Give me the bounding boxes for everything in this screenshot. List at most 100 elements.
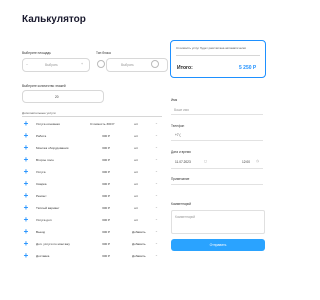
item-price: 300 Р bbox=[102, 170, 111, 174]
type-label: Тип блока bbox=[96, 51, 111, 55]
extra-underline bbox=[171, 184, 263, 185]
item-name: Выезд bbox=[36, 230, 46, 234]
add-icon[interactable]: + bbox=[22, 168, 30, 176]
item-price: 300 Р bbox=[102, 242, 111, 246]
submit-button[interactable]: Отправить bbox=[171, 239, 265, 251]
phone-input-underline bbox=[171, 140, 263, 141]
date-label: Дата и время bbox=[171, 150, 191, 154]
list-item: + Монтаж оборудования 300 Р шт ⌄ bbox=[22, 142, 162, 154]
add-icon[interactable]: + bbox=[22, 240, 30, 248]
item-name: Услуга bbox=[36, 170, 46, 174]
type-radio-icon[interactable] bbox=[97, 60, 105, 68]
list-header: Дополнительные услуги bbox=[22, 111, 56, 115]
item-name: Монтаж оборудования bbox=[36, 146, 69, 150]
clock-icon[interactable]: ◷ bbox=[256, 159, 259, 163]
list-item: + Услуга основная Стоимость 300 Р шт ⌄ bbox=[22, 118, 162, 130]
name-input-underline bbox=[171, 114, 263, 115]
comment-placeholder: Комментарий bbox=[175, 215, 196, 219]
add-icon[interactable]: + bbox=[22, 252, 30, 260]
minus-icon[interactable]: – bbox=[26, 62, 28, 66]
services-list: + Услуга основная Стоимость 300 Р шт ⌄ +… bbox=[22, 118, 162, 268]
chevron-down-icon[interactable]: ⌄ bbox=[155, 253, 158, 257]
item-unit[interactable]: шт bbox=[134, 134, 138, 138]
chevron-down-icon[interactable]: ⌄ bbox=[155, 145, 158, 149]
add-icon[interactable]: + bbox=[22, 144, 30, 152]
type-radio-icon-2[interactable] bbox=[151, 60, 159, 68]
list-item: + Тёплый вариант 300 Р шт ⌄ bbox=[22, 202, 162, 214]
add-icon[interactable]: + bbox=[22, 132, 30, 140]
item-unit[interactable]: шт bbox=[134, 158, 138, 162]
list-item: + Ремонт 300 Р шт ⌄ bbox=[22, 190, 162, 202]
chevron-down-icon[interactable]: ⌄ bbox=[155, 169, 158, 173]
name-input[interactable]: Ваше имя bbox=[174, 108, 189, 112]
list-item: + Доп. услуги по монтажу 300 Р Добавить … bbox=[22, 238, 162, 250]
item-unit[interactable]: шт bbox=[134, 182, 138, 186]
add-icon[interactable]: + bbox=[22, 120, 30, 128]
item-unit[interactable]: Добавить bbox=[132, 254, 146, 258]
total-divider bbox=[176, 55, 260, 56]
list-item: + Второе поле 300 Р шт ⌄ bbox=[22, 154, 162, 166]
list-item: + Услуга доп 300 Р шт ⌄ bbox=[22, 214, 162, 226]
item-name: Второе поле bbox=[36, 158, 54, 162]
item-price: 300 Р bbox=[102, 254, 111, 258]
total-note: Стоимость услуг будет рассчитана автомат… bbox=[176, 46, 246, 50]
chevron-down-icon[interactable]: ⌄ bbox=[155, 193, 158, 197]
add-icon[interactable]: + bbox=[22, 228, 30, 236]
total-value: 5 250 Р bbox=[239, 65, 257, 71]
chevron-down-icon[interactable]: ⌄ bbox=[155, 121, 158, 125]
add-icon[interactable]: + bbox=[22, 180, 30, 188]
item-unit[interactable]: шт bbox=[134, 218, 138, 222]
chevron-down-icon[interactable]: ⌄ bbox=[155, 157, 158, 161]
chevron-down-icon[interactable]: ⌄ bbox=[155, 181, 158, 185]
item-name: Доп. услуги по монтажу bbox=[36, 242, 70, 246]
item-unit[interactable]: Добавить bbox=[132, 242, 146, 246]
item-unit[interactable]: Добавить bbox=[132, 230, 146, 234]
area-select[interactable]: – Выбрать + bbox=[22, 58, 90, 72]
page-title: Калькулятор bbox=[22, 14, 86, 25]
chevron-down-icon[interactable]: ⌄ bbox=[155, 205, 158, 209]
chevron-down-icon[interactable]: ⌄ bbox=[155, 241, 158, 245]
item-price: 300 Р bbox=[102, 182, 111, 186]
item-price: 300 Р bbox=[102, 230, 111, 234]
item-price: 300 Р bbox=[102, 194, 111, 198]
phone-label: Телефон bbox=[171, 124, 185, 128]
item-unit[interactable]: шт bbox=[134, 122, 138, 126]
count-stepper[interactable]: 20 bbox=[22, 90, 104, 103]
extra-label: Примечание bbox=[171, 177, 190, 181]
chevron-down-icon[interactable]: ⌄ bbox=[155, 217, 158, 221]
add-icon[interactable]: + bbox=[22, 156, 30, 164]
calendar-icon[interactable]: ◻ bbox=[204, 159, 207, 163]
date-input[interactable]: 11.07.2023 bbox=[175, 160, 191, 164]
item-name: Сварка bbox=[36, 182, 47, 186]
add-icon[interactable]: + bbox=[22, 192, 30, 200]
item-unit[interactable]: шт bbox=[134, 146, 138, 150]
chevron-down-icon[interactable]: ⌄ bbox=[155, 229, 158, 233]
item-name: Ремонт bbox=[36, 194, 47, 198]
item-unit[interactable]: шт bbox=[134, 170, 138, 174]
area-label: Выберите площадь bbox=[22, 51, 51, 55]
item-price: Стоимость 300 Р bbox=[90, 122, 115, 126]
item-price: 300 Р bbox=[102, 218, 111, 222]
count-label: Выберите количество этажей bbox=[22, 84, 66, 88]
item-name: Тёплый вариант bbox=[36, 206, 60, 210]
add-icon[interactable]: + bbox=[22, 204, 30, 212]
item-unit[interactable]: шт bbox=[134, 206, 138, 210]
item-name: Работа bbox=[36, 134, 47, 138]
item-unit[interactable]: шт bbox=[134, 194, 138, 198]
date-underline bbox=[171, 168, 263, 169]
list-header-divider bbox=[22, 116, 162, 117]
phone-input[interactable]: +7 ( bbox=[175, 133, 181, 137]
comment-textarea[interactable]: Комментарий bbox=[171, 210, 265, 234]
chevron-down-icon[interactable]: ⌄ bbox=[155, 133, 158, 137]
item-price: 300 Р bbox=[102, 134, 111, 138]
area-select-value: Выбрать bbox=[45, 63, 58, 67]
item-price: 300 Р bbox=[102, 146, 111, 150]
list-item: + Выезд 300 Р Добавить ⌄ bbox=[22, 226, 162, 238]
time-input[interactable]: 12:00 bbox=[242, 160, 250, 164]
type-select-value: Выбрать bbox=[121, 63, 134, 67]
plus-icon[interactable]: + bbox=[81, 62, 83, 66]
comment-label: Комментарий bbox=[171, 202, 192, 206]
add-icon[interactable]: + bbox=[22, 216, 30, 224]
item-name: Доставка bbox=[36, 254, 50, 258]
total-box: Стоимость услуг будет рассчитана автомат… bbox=[170, 40, 266, 78]
